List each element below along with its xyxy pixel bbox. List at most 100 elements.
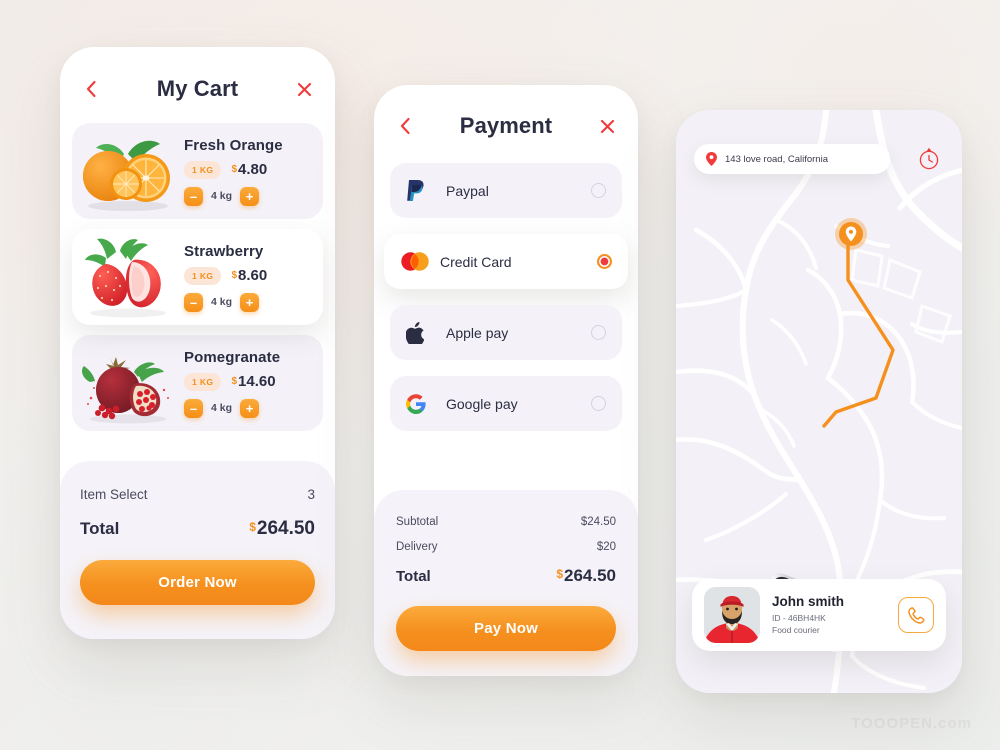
total-row: Total $264.50 [80,518,315,540]
payment-radio-selected[interactable] [597,254,612,269]
payment-method-paypal[interactable]: Paypal [390,163,622,218]
pomegranate-image [76,340,180,426]
delivery-value: $20 [596,541,616,553]
payment-summary: Subtotal $24.50 Delivery $20 Total $264.… [374,490,638,676]
total-label: Total [396,568,431,585]
watermark: TOOOPEN.com [851,715,972,732]
paypal-icon [406,179,436,202]
total-row: Total $264.50 [396,566,616,586]
back-button[interactable] [80,78,102,100]
payment-method-list: Paypal Credit Card Apple pay Google pay [374,151,638,431]
quantity-stepper: – 4 kg + [184,186,311,206]
item-select-value: 3 [307,487,315,502]
compass-button[interactable] [916,146,942,172]
payment-radio[interactable] [591,183,606,198]
payment-header: Payment [374,85,638,151]
payment-radio[interactable] [591,396,606,411]
item-name: Fresh Orange [184,136,283,154]
increase-quantity-button[interactable]: + [240,186,260,206]
chevron-left-icon [86,80,96,98]
destination-pin-icon [835,218,867,250]
item-price: $4.80 [231,161,267,178]
currency-symbol: $ [231,376,238,387]
close-icon [600,119,614,133]
destination-marker[interactable] [835,218,867,255]
total-value: $264.50 [249,518,315,540]
currency-symbol: $ [556,567,563,581]
payment-method-label: Credit Card [440,253,512,270]
quantity-value: 4 kg [211,402,233,414]
item-price: $14.60 [231,373,275,390]
courier-avatar [704,587,760,643]
weight-badge: 1 KG [184,160,222,179]
item-select-label: Item Select [80,487,148,502]
courier-role: Food courier [772,625,820,635]
item-price-row: 1 KG $4.80 [184,160,311,179]
cart-item[interactable]: Pomegranate 1 KG $14.60 – 4 kg + [72,335,323,431]
quantity-stepper: – 4 kg + [184,398,311,418]
price-value: 14.60 [238,373,276,390]
subtotal-row: Subtotal $24.50 [396,516,616,528]
call-courier-button[interactable] [898,597,934,633]
item-select-row: Item Select 3 [80,487,315,502]
decrease-quantity-button[interactable]: – [184,186,203,206]
item-price-row: 1 KG $14.60 [184,372,311,391]
price-value: 4.80 [238,161,268,178]
back-button[interactable] [394,115,416,137]
payment-radio[interactable] [591,325,606,340]
courier-name: John smith [772,593,845,609]
cart-header: My Cart [60,47,335,115]
item-info: Fresh Orange 1 KG $4.80 – 4 kg + [180,137,311,206]
quantity-value: 4 kg [211,190,233,202]
total-value: $264.50 [556,566,616,586]
decrease-quantity-button[interactable]: – [184,292,203,312]
item-price-row: 1 KG $8.60 [184,266,311,285]
payment-method-label: Google pay [446,395,518,412]
currency-symbol: $ [231,164,238,175]
cart-item-list: Fresh Orange 1 KG $4.80 – 4 kg + Strawbe… [60,115,335,431]
order-now-button[interactable]: Order Now [80,560,315,605]
payment-method-label: Paypal [446,182,489,199]
cart-item[interactable]: Fresh Orange 1 KG $4.80 – 4 kg + [72,123,323,219]
cart-summary: Item Select 3 Total $264.50 Order Now [60,461,335,639]
total-amount: 264.50 [256,518,315,539]
orange-image [76,128,180,214]
decrease-quantity-button[interactable]: – [184,398,203,418]
page-title: My Cart [156,76,239,101]
compass-icon [919,147,939,170]
quantity-value: 4 kg [211,296,233,308]
cart-item[interactable]: Strawberry 1 KG $8.60 – 4 kg + [72,229,323,325]
courier-id: ID - 46BH4HK [772,612,826,623]
payment-screen: Payment Paypal Credit Card Apple pay Goo… [374,85,638,676]
total-label: Total [80,519,120,538]
delivery-label: Delivery [396,541,438,553]
quantity-stepper: – 4 kg + [184,292,311,312]
pay-now-button[interactable]: Pay Now [396,606,616,651]
phone-icon [907,606,925,624]
chevron-left-icon [400,117,410,135]
courier-card: John smith ID - 46BH4HK Food courier [692,579,946,651]
close-button[interactable] [596,115,618,137]
total-amount: 264.50 [564,566,616,585]
payment-method-google-pay[interactable]: Google pay [390,376,622,431]
address-text: 143 love road, California [725,153,828,165]
weight-badge: 1 KG [184,266,222,285]
delivery-row: Delivery $20 [396,541,616,553]
close-button[interactable] [293,78,315,100]
currency-symbol: $ [231,270,238,281]
payment-method-credit-card[interactable]: Credit Card [384,234,628,289]
price-value: 8.60 [238,267,268,284]
subtotal-value: $24.50 [580,516,616,528]
item-name: Strawberry [184,242,264,260]
item-name: Pomegranate [184,348,281,366]
weight-badge: 1 KG [184,372,222,391]
increase-quantity-button[interactable]: + [240,292,260,312]
google-icon [406,393,436,414]
item-price: $8.60 [231,267,267,284]
payment-method-apple-pay[interactable]: Apple pay [390,305,622,360]
address-bar[interactable]: 143 love road, California [694,144,890,174]
increase-quantity-button[interactable]: + [240,398,260,418]
delivery-tracking-screen: 143 love road, California John smith ID … [676,110,962,693]
subtotal-label: Subtotal [396,516,439,528]
item-info: Strawberry 1 KG $8.60 – 4 kg + [180,243,311,312]
